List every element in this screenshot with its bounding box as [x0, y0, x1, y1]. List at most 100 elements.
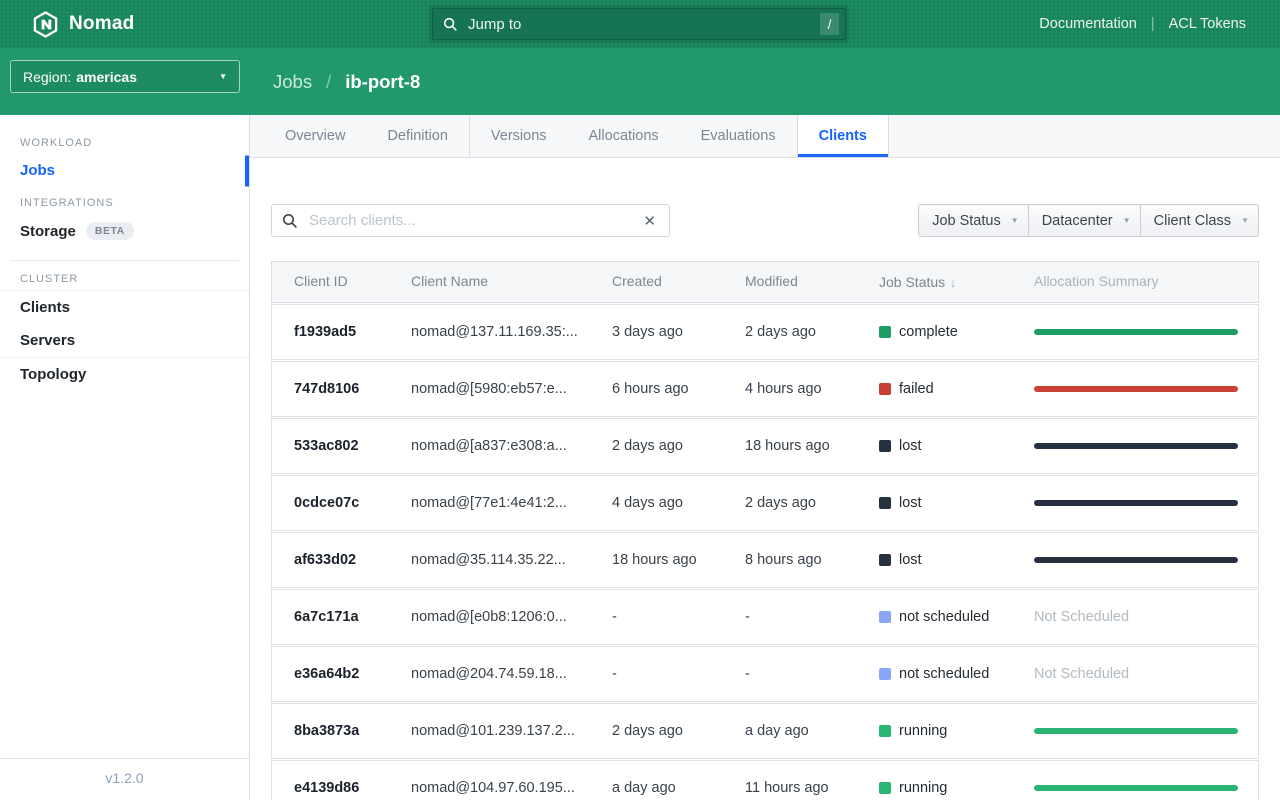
- created-cell: 6 hours ago: [612, 380, 745, 398]
- modified-cell: 18 hours ago: [745, 437, 879, 455]
- created-cell: 18 hours ago: [612, 551, 745, 569]
- created-value: a day ago: [612, 780, 676, 796]
- client-row[interactable]: f1939ad5nomad@137.11.169.35:...3 days ag…: [271, 304, 1259, 360]
- top-navbar: Nomad / Documentation | ACL Tokens: [0, 0, 1280, 48]
- modified-value: -: [745, 666, 750, 682]
- created-value: 2 days ago: [612, 438, 683, 454]
- status-label: lost: [899, 495, 922, 511]
- client-row[interactable]: 747d8106nomad@[5980:eb57:e...6 hours ago…: [271, 361, 1259, 417]
- documentation-link[interactable]: Documentation: [1039, 16, 1137, 32]
- search-clients-input[interactable]: [307, 211, 640, 230]
- client-id-cell: af633d02: [272, 551, 411, 569]
- client-row[interactable]: 0cdce07cnomad@[77e1:4e41:2...4 days ago2…: [271, 475, 1259, 531]
- version-label: v1.2.0: [0, 758, 249, 800]
- toolbar: ✕ Job Status▼Datacenter▼Client Class▼: [271, 204, 1259, 237]
- client-row[interactable]: 6a7c171anomad@[e0b8:1206:0... -- not sched…: [271, 589, 1259, 645]
- jump-to-input[interactable]: [466, 15, 820, 34]
- modified-value: -: [745, 609, 750, 625]
- client-id-cell: 6a7c171a: [272, 608, 411, 626]
- sidebar-item-clients[interactable]: Clients: [0, 290, 249, 324]
- created-value: 3 days ago: [612, 324, 683, 340]
- allocation-summary-bar[interactable]: [1034, 785, 1238, 791]
- client-id-cell: 747d8106: [272, 380, 411, 398]
- filter-dropdown-datacenter[interactable]: Datacenter▼: [1029, 204, 1141, 237]
- job-status-cell: lost: [879, 552, 1034, 568]
- created-value: -: [612, 666, 617, 682]
- sidebar-item-jobs[interactable]: Jobs: [0, 154, 249, 187]
- tab-evaluations[interactable]: Evaluations: [680, 115, 797, 157]
- allocation-summary-bar[interactable]: [1034, 386, 1238, 392]
- chevron-down-icon: ▼: [1011, 217, 1019, 225]
- column-header-text: Job Status: [879, 274, 945, 290]
- allocation-summary-bar[interactable]: [1034, 329, 1238, 335]
- filter-group: Job Status▼Datacenter▼Client Class▼: [918, 204, 1259, 237]
- client-id-cell: e36a64b2: [272, 665, 411, 683]
- status-label: lost: [899, 438, 922, 454]
- created-cell: 2 days ago: [612, 437, 745, 455]
- job-status-cell: lost: [879, 438, 1034, 454]
- client-row[interactable]: 533ac802nomad@[a837:e308:a...2 days ago1…: [271, 418, 1259, 474]
- allocation-summary-bar[interactable]: [1034, 500, 1238, 506]
- column-header-job-status[interactable]: Job Status↓: [879, 274, 1034, 290]
- nomad-logo-home-link[interactable]: Nomad: [32, 0, 134, 48]
- tab-allocations[interactable]: Allocations: [568, 115, 680, 157]
- sidebar-item-servers[interactable]: Servers: [0, 324, 249, 357]
- region-label: Region:: [23, 69, 71, 85]
- created-cell: -: [612, 608, 745, 626]
- allocation-summary-bar[interactable]: [1034, 557, 1238, 563]
- job-status-cell: not scheduled: [879, 609, 1034, 625]
- status-color-swatch: [879, 326, 891, 338]
- modified-value: a day ago: [745, 723, 809, 739]
- client-name-cell: nomad@101.239.137.2...: [411, 722, 612, 740]
- search-clients-box[interactable]: ✕: [271, 204, 670, 237]
- status-label: running: [899, 723, 947, 739]
- filter-dropdown-client-class[interactable]: Client Class▼: [1141, 204, 1259, 237]
- client-row[interactable]: e36a64b2nomad@204.74.59.18...--not sched…: [271, 646, 1259, 702]
- modified-cell: a day ago: [745, 722, 879, 740]
- created-value: 4 days ago: [612, 495, 683, 511]
- created-cell: 2 days ago: [612, 722, 745, 740]
- sidebar-item-storage[interactable]: StorageBETA: [0, 214, 249, 248]
- column-header-modified: Modified: [745, 273, 879, 291]
- allocation-summary-bar[interactable]: [1034, 443, 1238, 449]
- tab-clients[interactable]: Clients: [797, 115, 889, 157]
- tab-overview[interactable]: Overview: [264, 115, 366, 157]
- client-name: nomad@104.97.60.195...: [411, 780, 575, 796]
- top-links: Documentation | ACL Tokens: [1039, 0, 1246, 48]
- client-row[interactable]: 8ba3873anomad@101.239.137.2...2 days ago…: [271, 703, 1259, 759]
- created-value: 6 hours ago: [612, 381, 689, 397]
- tab-definition[interactable]: Definition: [366, 115, 469, 157]
- clear-search-icon[interactable]: ✕: [640, 212, 659, 230]
- client-row[interactable]: af633d02nomad@35.114.35.22...18 hours ag…: [271, 532, 1259, 588]
- filter-label: Datacenter: [1042, 213, 1113, 229]
- job-status-cell: failed: [879, 381, 1034, 397]
- active-item-indicator: [245, 155, 249, 186]
- sidebar-item-topology[interactable]: Topology: [0, 357, 249, 391]
- modified-cell: 4 hours ago: [745, 380, 879, 398]
- modified-value: 18 hours ago: [745, 438, 830, 454]
- job-status-cell: not scheduled: [879, 666, 1034, 682]
- jump-to-searchbox[interactable]: /: [432, 8, 846, 40]
- nomad-logo-icon: [32, 11, 59, 38]
- status-color-swatch: [879, 383, 891, 395]
- client-name-cell: nomad@137.11.169.35:...: [411, 323, 612, 341]
- column-header-client-id: Client ID: [272, 273, 411, 291]
- job-status-cell: lost: [879, 495, 1034, 511]
- sub-navbar: Region: americas ▼ Jobs / ib-port-8: [0, 48, 1280, 115]
- tab-versions[interactable]: Versions: [470, 115, 568, 157]
- allocation-summary-bar[interactable]: [1034, 728, 1238, 734]
- client-name: nomad@137.11.169.35:...: [411, 324, 578, 340]
- client-name: nomad@[e0b8:1206:0...: [411, 609, 567, 625]
- client-name-cell: nomad@104.97.60.195...: [411, 779, 612, 797]
- region-value: americas: [76, 69, 137, 85]
- filter-dropdown-job-status[interactable]: Job Status▼: [918, 204, 1029, 237]
- breadcrumb-jobs-link[interactable]: Jobs: [273, 71, 312, 93]
- acl-tokens-link[interactable]: ACL Tokens: [1169, 16, 1246, 32]
- region-select[interactable]: Region: americas ▼: [10, 60, 240, 93]
- client-name-cell: nomad@[e0b8:1206:0...: [411, 608, 612, 626]
- modified-cell: -: [745, 608, 879, 626]
- sidebar-section-cluster: ClientsServersTopology: [0, 290, 249, 391]
- created-cell: 3 days ago: [612, 323, 745, 341]
- client-row[interactable]: e4139d86nomad@104.97.60.195...a day ago1…: [271, 760, 1259, 800]
- allocation-summary-cell: [1034, 443, 1260, 449]
